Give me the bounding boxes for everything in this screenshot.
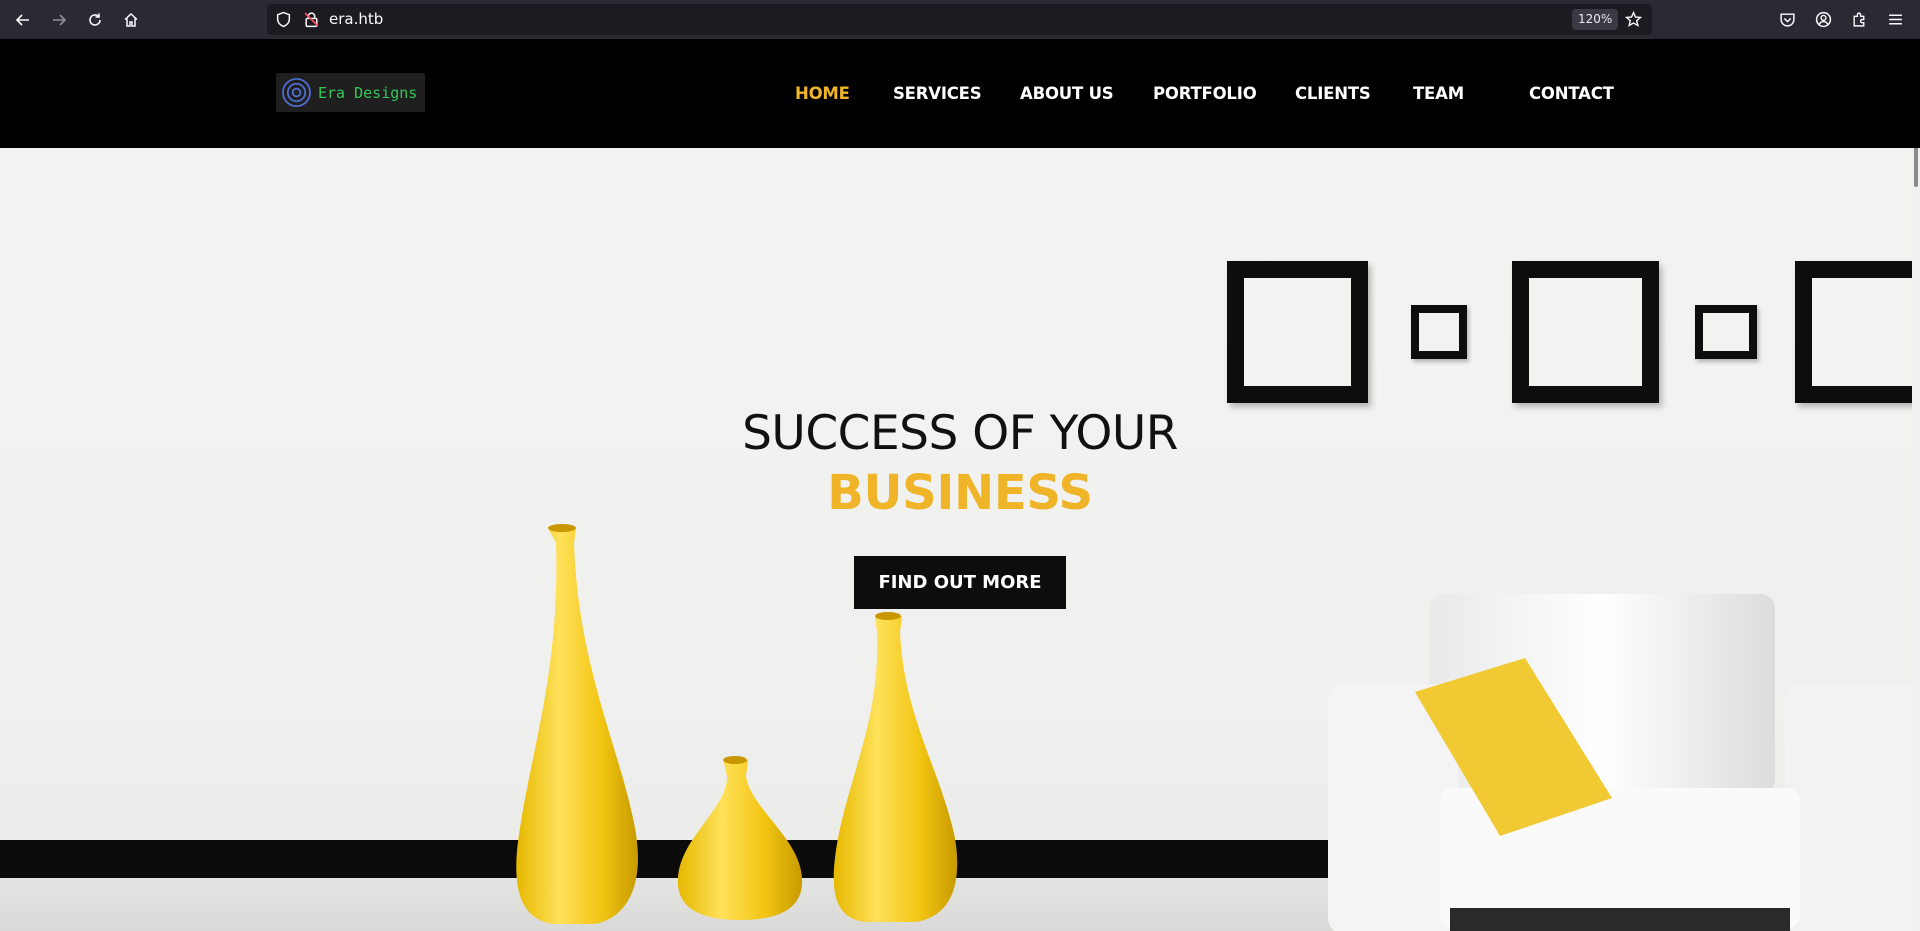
nav-about-us[interactable]: ABOUT US (1020, 39, 1114, 148)
nav-clients[interactable]: CLIENTS (1295, 39, 1371, 148)
reload-button[interactable] (81, 6, 108, 33)
hero-headline-accent: BUSINESS (827, 465, 1093, 521)
forward-arrow-icon (52, 13, 66, 26)
decor-illustration (516, 524, 1920, 931)
forward-button[interactable] (45, 6, 72, 33)
back-button[interactable] (9, 6, 36, 33)
shield-icon[interactable] (275, 11, 292, 28)
menu-icon[interactable] (1887, 11, 1904, 28)
home-button[interactable] (117, 6, 144, 33)
site-header: Era Designs HOME SERVICES ABOUT US PORTF… (0, 39, 1920, 148)
extensions-icon[interactable] (1851, 11, 1868, 28)
nav-portfolio[interactable]: PORTFOLIO (1153, 39, 1257, 148)
insecure-lock-icon[interactable] (303, 11, 320, 28)
white-armchair (1328, 594, 1920, 931)
reload-icon (88, 13, 101, 26)
nav-contact[interactable]: CONTACT (1529, 39, 1614, 148)
browser-toolbar: era.htb 120% (0, 0, 1920, 39)
find-out-more-button[interactable]: FIND OUT MORE (854, 556, 1066, 609)
nav-home[interactable]: HOME (795, 39, 850, 148)
scrollbar-thumb[interactable] (1914, 148, 1918, 187)
zoom-level-badge[interactable]: 120% (1572, 9, 1619, 30)
back-arrow-icon (15, 13, 29, 26)
concentric-circles-logo-icon (282, 78, 311, 107)
bookmark-star-icon[interactable] (1625, 11, 1642, 28)
url-text[interactable]: era.htb (329, 4, 383, 35)
logo[interactable]: Era Designs (276, 73, 425, 112)
account-icon[interactable] (1815, 11, 1832, 28)
hero-headline: SUCCESS OF YOUR (742, 406, 1178, 461)
home-icon (123, 12, 138, 27)
url-bar[interactable]: era.htb 120% (267, 4, 1652, 35)
page-scrollbar[interactable] (1912, 148, 1920, 931)
hero-section: SUCCESS OF YOUR BUSINESS FIND OUT MORE (0, 148, 1920, 931)
nav-services[interactable]: SERVICES (893, 39, 982, 148)
logo-text: Era Designs (318, 83, 418, 102)
nav-team[interactable]: TEAM (1413, 39, 1464, 148)
pocket-icon[interactable] (1779, 11, 1796, 28)
